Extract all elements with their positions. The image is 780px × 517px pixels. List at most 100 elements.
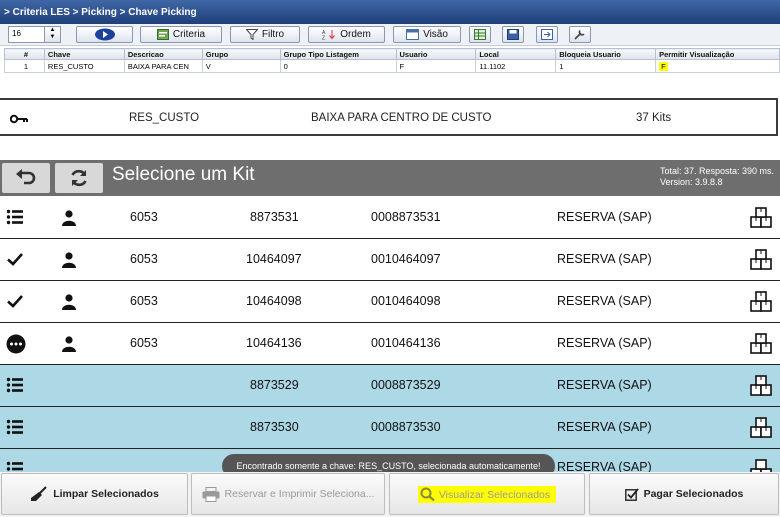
- export-button[interactable]: [536, 26, 558, 43]
- pay-selected-button[interactable]: Pagar Selecionados: [589, 473, 779, 515]
- column-header[interactable]: Usuario: [395, 48, 477, 60]
- table-cell: V: [201, 59, 281, 73]
- table-cell: 1: [555, 59, 657, 73]
- list-item[interactable]: 6053 10464098 0010464098 RESERVA (SAP): [0, 281, 780, 323]
- column-header[interactable]: Bloqueia Usuario: [555, 48, 657, 60]
- row-kit-padded: 0010464098: [371, 294, 441, 308]
- table-cell: 0: [279, 59, 397, 73]
- table-cell: 11.1102: [475, 59, 557, 73]
- kit-stats: Total: 37. Resposta: 390 ms. Version: 3.…: [660, 166, 774, 188]
- version-label: Version: 3.9.8.8: [659, 177, 723, 187]
- visao-button[interactable]: Visão: [393, 26, 461, 43]
- row-kit: 10464136: [246, 336, 302, 350]
- row-kit: 8873530: [250, 420, 299, 434]
- table-cell: F: [395, 59, 477, 73]
- boxes-icon[interactable]: [749, 248, 775, 275]
- list-item[interactable]: 6053 10464136 0010464136 RESERVA (SAP): [0, 323, 780, 365]
- refresh-icon: [71, 169, 87, 187]
- list-item[interactable]: 6053 10464097 0010464097 RESERVA (SAP): [0, 239, 780, 281]
- search-icon: [420, 487, 435, 501]
- table-cell: BAIXA PARA CEN: [123, 59, 203, 73]
- list-icon: [6, 376, 24, 397]
- row-kit-padded: 0008873531: [371, 210, 441, 224]
- view-selected-button[interactable]: Visualizar Selecionados: [389, 473, 585, 515]
- sort-icon: AZ: [322, 30, 336, 41]
- row-label: RESERVA (SAP): [557, 378, 652, 392]
- page-size-stepper[interactable]: 16 ▲ ▼: [8, 26, 61, 43]
- row-label: RESERVA (SAP): [557, 420, 652, 434]
- user-icon: [60, 293, 78, 314]
- boxes-icon[interactable]: [749, 332, 775, 359]
- column-header[interactable]: #: [4, 48, 45, 60]
- user-icon: [60, 251, 78, 272]
- excel-button[interactable]: [469, 26, 491, 43]
- pay-selected-label: Pagar Selecionados: [643, 488, 744, 500]
- filter-icon: [245, 29, 258, 40]
- stepper-arrows-icon[interactable]: ▲ ▼: [44, 27, 60, 42]
- criteria-icon: [156, 29, 169, 40]
- view-selected-label: Visualizar Selecionados: [438, 488, 551, 501]
- printer-icon: [202, 486, 220, 502]
- page-size-value: 16: [12, 29, 21, 38]
- toolbar: 16 ▲ ▼ Criteria Filtro AZ Ordem Visão: [0, 24, 780, 46]
- column-header[interactable]: Local: [475, 48, 557, 60]
- list-icon: [6, 418, 24, 439]
- table-cell: F: [655, 59, 780, 73]
- play-icon: [94, 28, 115, 41]
- key-icon: [10, 114, 28, 124]
- kit-count: 37 Kits: [636, 112, 672, 124]
- list-item[interactable]: 8873530 0008873530 RESERVA (SAP): [0, 407, 780, 449]
- picking-keys-table: # Chave Descricao Grupo Grupo Tipo Lista…: [4, 48, 780, 73]
- row-kit: 10464097: [246, 252, 302, 266]
- row-code: 6053: [130, 210, 158, 224]
- column-header[interactable]: Permitir Visualização: [655, 48, 780, 60]
- clear-selected-button[interactable]: Limpar Selecionados: [1, 473, 188, 515]
- boxes-icon[interactable]: [749, 374, 775, 401]
- boxes-icon[interactable]: [749, 290, 775, 317]
- kit-header: Selecione um Kit Total: 37. Resposta: 39…: [0, 160, 780, 196]
- response-stats: Total: 37. Resposta: 390 ms.: [659, 166, 774, 176]
- column-header[interactable]: Descricao: [123, 48, 203, 60]
- user-icon: [60, 335, 78, 356]
- selected-key-description: BAIXA PARA CENTRO DE CUSTO: [311, 112, 492, 124]
- highlighted-value: F: [659, 61, 668, 71]
- table-cell: RES_CUSTO: [43, 59, 125, 73]
- user-icon: [60, 209, 78, 230]
- save-button[interactable]: [502, 26, 524, 43]
- row-label: RESERVA (SAP): [557, 210, 652, 224]
- check-icon: [6, 292, 24, 313]
- more-icon: [6, 334, 26, 357]
- boxes-icon[interactable]: [749, 416, 775, 443]
- reserve-print-label: Reservar e Imprimir Seleciona...: [224, 488, 375, 500]
- list-icon: [6, 208, 24, 229]
- column-header[interactable]: Grupo: [201, 48, 281, 60]
- view-icon: [406, 29, 420, 40]
- bottom-action-bar: Limpar Selecionados Reservar e Imprimir …: [0, 472, 780, 517]
- undo-icon: [16, 169, 36, 185]
- filtro-button[interactable]: Filtro: [230, 26, 300, 43]
- column-header[interactable]: Grupo Tipo Listagem: [279, 48, 397, 60]
- list-item[interactable]: 6053 8873531 0008873531 RESERVA (SAP): [0, 197, 780, 239]
- criteria-button[interactable]: Criteria: [140, 26, 222, 43]
- selected-key-panel: RES_CUSTO BAIXA PARA CENTRO DE CUSTO 37 …: [0, 98, 778, 136]
- ordem-button[interactable]: AZ Ordem: [308, 26, 385, 43]
- spreadsheet-icon: [474, 29, 486, 40]
- visao-label: Visão: [423, 29, 448, 40]
- broom-icon: [31, 486, 47, 501]
- breadcrumb: > Criteria LES > Picking > Chave Picking: [0, 0, 780, 24]
- back-button[interactable]: [2, 163, 50, 193]
- list-item[interactable]: 8873529 0008873529 RESERVA (SAP): [0, 365, 780, 407]
- play-button[interactable]: [76, 26, 133, 43]
- criteria-label: Criteria: [172, 29, 206, 40]
- column-header[interactable]: Chave: [43, 48, 125, 60]
- view-selected-highlight: Visualizar Selecionados: [417, 485, 557, 503]
- table-row[interactable]: 1 RES_CUSTO BAIXA PARA CEN V 0 F 11.1102…: [4, 59, 780, 73]
- refresh-button[interactable]: [55, 163, 103, 193]
- row-code: 6053: [130, 294, 158, 308]
- selected-key: RES_CUSTO: [129, 112, 200, 124]
- reserve-print-button[interactable]: Reservar e Imprimir Seleciona...: [191, 473, 385, 515]
- settings-button[interactable]: [569, 26, 591, 43]
- svg-text:Z: Z: [322, 36, 325, 41]
- row-kit: 8873529: [250, 378, 299, 392]
- boxes-icon[interactable]: [749, 206, 775, 233]
